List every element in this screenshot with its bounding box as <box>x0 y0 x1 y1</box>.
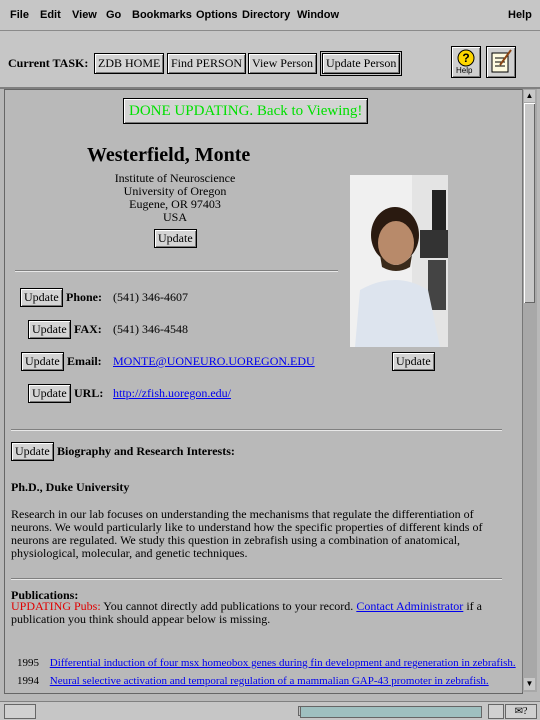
mail-icon[interactable]: ✉? <box>505 704 537 719</box>
view-person-button[interactable]: View Person <box>248 53 317 74</box>
biography-heading: Biography and Research Interests: <box>57 444 235 458</box>
url-link[interactable]: http://zfish.uoregon.edu/ <box>113 386 231 401</box>
menu-help[interactable]: Help <box>508 9 532 21</box>
fax-value: (541) 346-4548 <box>113 322 188 336</box>
task-toolbar: Current TASK: ZDB HOME Find PERSON View … <box>0 31 540 89</box>
phone-value: (541) 346-4607 <box>113 290 188 304</box>
done-updating-button[interactable]: DONE UPDATING. Back to Viewing! <box>123 98 369 124</box>
publication-item: 1994 Neural selective activation and tem… <box>17 675 489 687</box>
publication-link[interactable]: Neural selective activation and temporal… <box>50 675 489 687</box>
publication-year: 1995 <box>17 657 39 669</box>
update-email-button[interactable]: Update <box>21 352 64 371</box>
menu-go[interactable]: Go <box>106 9 121 21</box>
menu-view[interactable]: View <box>72 9 97 21</box>
url-label: URL: <box>74 386 104 400</box>
fax-label: FAX: <box>74 322 102 336</box>
page-content: DONE UPDATING. Back to Viewing! Westerfi… <box>4 89 523 694</box>
degree: Ph.D., Duke University <box>11 480 130 494</box>
publications-notice: UPDATING Pubs: You cannot directly add p… <box>11 600 505 626</box>
security-key-icon[interactable] <box>4 704 36 719</box>
updating-pubs-label: UPDATING Pubs: <box>11 599 101 613</box>
menu-file[interactable]: File <box>10 9 29 21</box>
help-button[interactable]: ? Help <box>451 46 481 78</box>
update-person-button[interactable]: Update Person <box>319 51 403 76</box>
status-bar: ✉? <box>0 701 540 720</box>
svg-text:?: ? <box>462 51 469 65</box>
email-label: Email: <box>67 354 102 368</box>
menu-directory[interactable]: Directory <box>242 9 290 21</box>
divider <box>11 578 502 580</box>
update-phone-button[interactable]: Update <box>20 288 63 307</box>
person-name: Westerfield, Monte <box>87 144 251 166</box>
menu-bookmarks[interactable]: Bookmarks <box>132 9 192 21</box>
find-person-button[interactable]: Find PERSON <box>167 53 247 74</box>
status-box <box>488 704 504 719</box>
contact-administrator-link[interactable]: Contact Administrator <box>356 599 463 613</box>
scroll-thumb[interactable] <box>524 103 535 303</box>
publication-year: 1994 <box>17 675 39 687</box>
progress-bar <box>300 706 482 718</box>
address-line: USA <box>162 210 187 224</box>
person-photo <box>350 175 448 347</box>
zdb-home-button[interactable]: ZDB HOME <box>94 53 165 74</box>
update-address-button[interactable]: Update <box>154 229 197 248</box>
publication-link[interactable]: Differential induction of four msx homeo… <box>50 657 516 669</box>
update-photo-button[interactable]: Update <box>392 352 435 371</box>
publication-item: 1995 Differential induction of four msx … <box>17 657 516 669</box>
phone-label: Phone: <box>66 290 102 304</box>
update-biography-button[interactable]: Update <box>11 442 54 461</box>
notice-text: You cannot directly add publications to … <box>100 599 357 613</box>
notepad-button[interactable] <box>486 46 516 78</box>
scroll-down-arrow-icon[interactable]: ▼ <box>524 678 535 690</box>
menu-options[interactable]: Options <box>196 9 238 21</box>
research-text: Research in our lab focuses on understan… <box>11 507 483 560</box>
email-link[interactable]: MONTE@UONEURO.UOREGON.EDU <box>113 354 315 369</box>
update-url-button[interactable]: Update <box>28 384 71 403</box>
notepad-pencil-icon <box>491 49 512 73</box>
menu-edit[interactable]: Edit <box>40 9 61 21</box>
update-fax-button[interactable]: Update <box>28 320 71 339</box>
address-block: Institute of Neuroscience University of … <box>105 172 245 224</box>
divider <box>15 270 338 272</box>
scroll-up-arrow-icon[interactable]: ▲ <box>524 90 535 102</box>
help-label: Help <box>456 66 473 75</box>
current-task-label: Current TASK: <box>8 56 89 70</box>
divider <box>11 429 502 431</box>
menu-bar: File Edit View Go Bookmarks Options Dire… <box>0 0 540 31</box>
vertical-scrollbar[interactable]: ▲ ▼ <box>522 89 537 692</box>
menu-window[interactable]: Window <box>297 9 339 21</box>
